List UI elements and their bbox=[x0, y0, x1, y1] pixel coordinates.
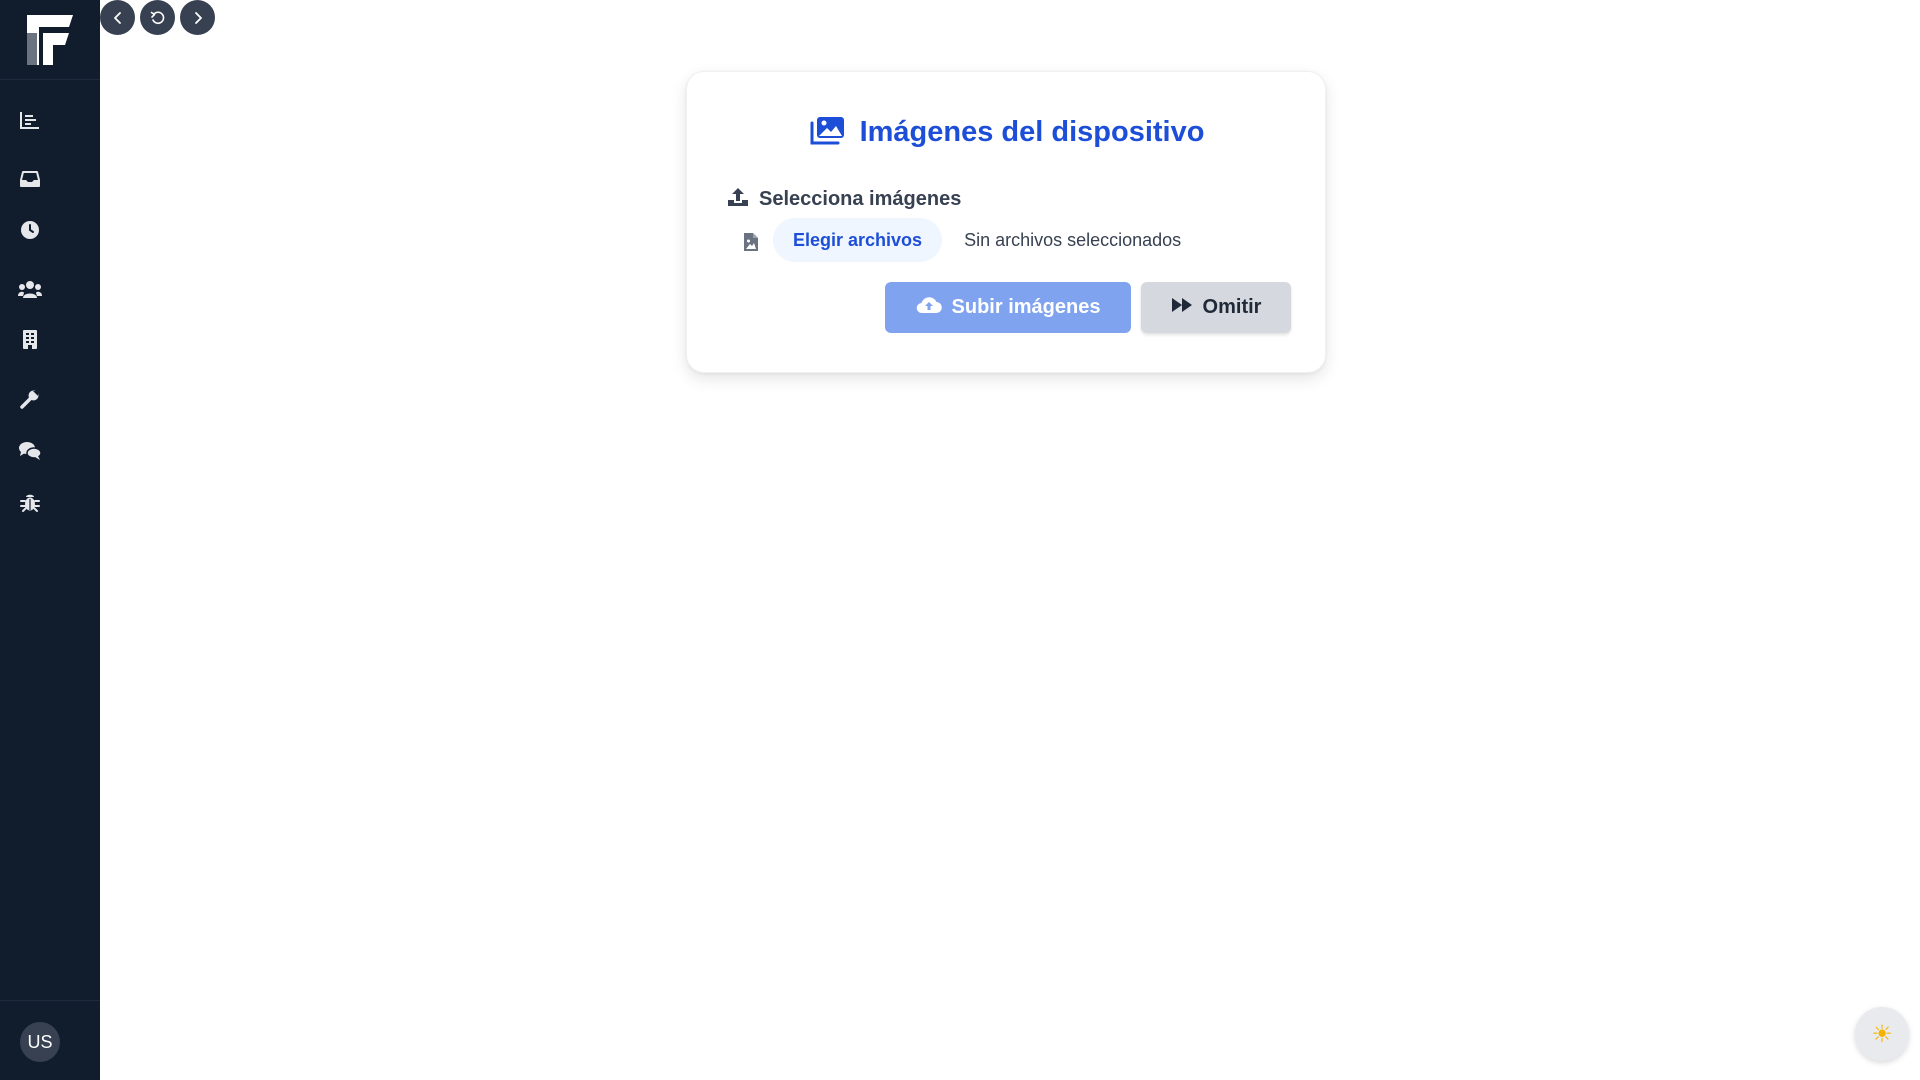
reload-button[interactable] bbox=[140, 0, 175, 35]
upload-images-label: Subir imágenes bbox=[951, 296, 1101, 318]
comments-icon[interactable] bbox=[18, 439, 42, 463]
fast-forward-icon bbox=[1171, 296, 1193, 319]
wrench-icon[interactable] bbox=[18, 387, 42, 411]
file-image-icon bbox=[741, 232, 761, 252]
back-button[interactable] bbox=[100, 0, 135, 35]
sidebar: US bbox=[0, 0, 100, 1080]
cloud-upload-icon bbox=[916, 296, 942, 320]
building-icon[interactable] bbox=[18, 327, 42, 351]
upload-images-button[interactable]: Subir imágenes bbox=[885, 282, 1131, 333]
app-logo[interactable] bbox=[0, 0, 100, 80]
card-header: Imágenes del dispositivo bbox=[687, 115, 1327, 150]
skip-button[interactable]: Omitir bbox=[1141, 282, 1291, 333]
chevron-right-icon bbox=[194, 11, 202, 24]
skip-label: Omitir bbox=[1202, 296, 1262, 318]
avatar[interactable]: US bbox=[20, 1022, 60, 1062]
users-icon[interactable] bbox=[18, 277, 42, 301]
device-images-card: Imágenes del dispositivo Selecciona imág… bbox=[686, 71, 1326, 373]
chart-bar-icon[interactable] bbox=[18, 108, 42, 132]
reload-icon bbox=[150, 11, 164, 24]
inbox-icon[interactable] bbox=[18, 167, 42, 191]
bug-icon[interactable] bbox=[18, 490, 42, 514]
section-label-text: Selecciona imágenes bbox=[759, 188, 962, 210]
card-title: Imágenes del dispositivo bbox=[859, 116, 1205, 148]
clock-icon[interactable] bbox=[18, 218, 42, 242]
images-icon bbox=[810, 115, 846, 150]
select-images-label: Selecciona imágenes bbox=[727, 186, 961, 213]
logo-icon bbox=[27, 15, 73, 65]
choose-files-button[interactable]: Elegir archivos bbox=[773, 218, 943, 262]
file-input: Elegir archivos Sin archivos seleccionad… bbox=[741, 218, 1181, 262]
sun-icon: ☀ bbox=[1871, 1020, 1893, 1048]
sidebar-footer: US bbox=[0, 1000, 100, 1080]
no-files-text: Sin archivos seleccionados bbox=[964, 229, 1182, 250]
theme-toggle-button[interactable]: ☀ bbox=[1855, 1007, 1909, 1061]
upload-icon bbox=[727, 186, 749, 213]
chevron-left-icon bbox=[113, 11, 121, 24]
forward-button[interactable] bbox=[180, 0, 215, 35]
